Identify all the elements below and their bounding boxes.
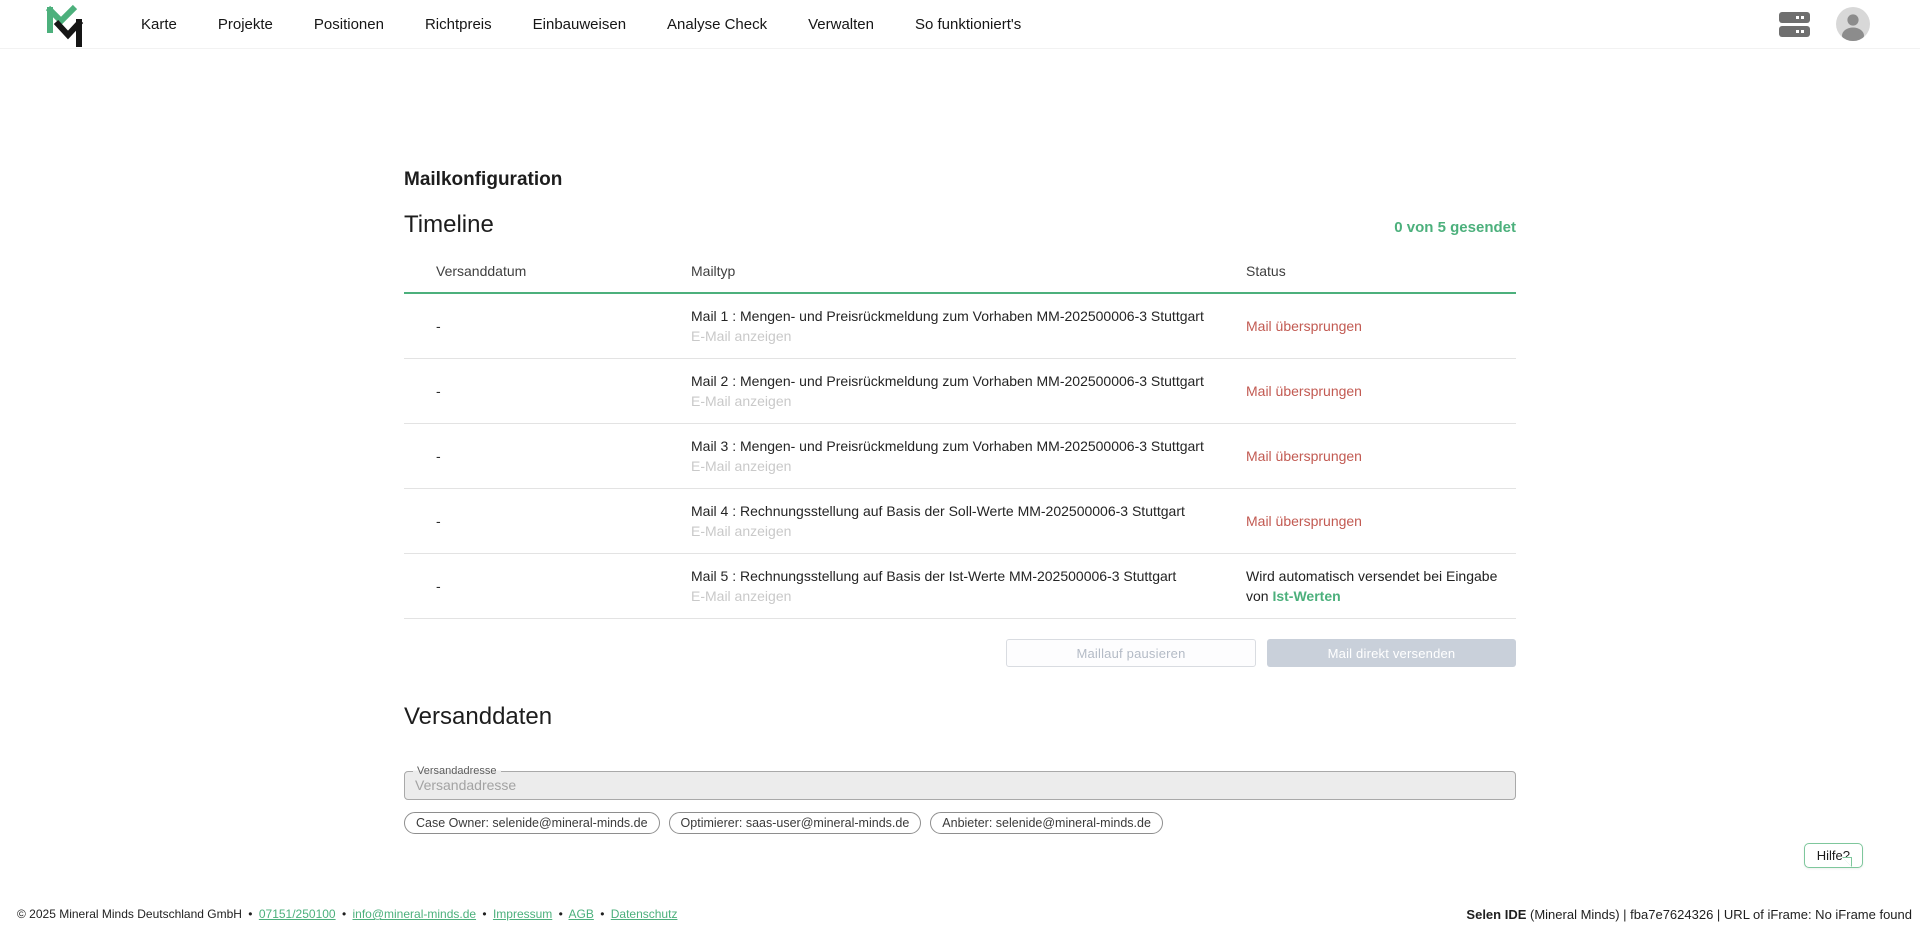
mailtyp-cell: Mail 2 : Mengen- und Preisrückmeldung zu…: [691, 373, 1246, 409]
versandadresse-field[interactable]: Versandadresse Versandadresse: [404, 771, 1516, 800]
selen-ide-label: Selen IDE: [1466, 907, 1526, 922]
mineral-minds-logo[interactable]: [44, 3, 86, 47]
ist-werten-link[interactable]: Ist-Werten: [1272, 588, 1340, 604]
impressum-link[interactable]: Impressum: [493, 907, 552, 921]
column-mailtyp: Mailtyp: [691, 263, 1246, 279]
mailtyp-cell: Mail 3 : Mengen- und Preisrückmeldung zu…: [691, 438, 1246, 474]
mail-title: Mail 5 : Rechnungsstellung auf Basis der…: [691, 568, 1246, 584]
nav-item-positionen[interactable]: Positionen: [314, 16, 384, 33]
phone-link[interactable]: 07151/250100: [259, 907, 336, 921]
email-link[interactable]: info@mineral-minds.de: [352, 907, 476, 921]
table-row: - Mail 2 : Mengen- und Preisrückmeldung …: [404, 359, 1516, 424]
mailtyp-cell: Mail 1 : Mengen- und Preisrückmeldung zu…: [691, 308, 1246, 344]
user-avatar-icon[interactable]: [1836, 7, 1870, 41]
table-header: Versanddatum Mailtyp Status: [404, 253, 1516, 294]
chip-anbieter[interactable]: Anbieter: selenide@mineral-minds.de: [930, 812, 1163, 834]
pause-maillauf-button[interactable]: Maillauf pausieren: [1006, 639, 1256, 667]
table-row: - Mail 3 : Mengen- und Preisrückmeldung …: [404, 424, 1516, 489]
status-skipped: Mail übersprungen: [1246, 383, 1516, 399]
show-email-link[interactable]: E-Mail anzeigen: [691, 458, 791, 474]
mail-title: Mail 3 : Mengen- und Preisrückmeldung zu…: [691, 438, 1246, 454]
nav-item-karte[interactable]: Karte: [141, 16, 177, 33]
chip-case-owner[interactable]: Case Owner: selenide@mineral-minds.de: [404, 812, 660, 834]
show-email-link[interactable]: E-Mail anzeigen: [691, 588, 791, 604]
footer-debug-info: Selen IDE (Mineral Minds) | fba7e7624326…: [1466, 907, 1912, 922]
mailtyp-cell: Mail 4 : Rechnungsstellung auf Basis der…: [691, 503, 1246, 539]
show-email-link[interactable]: E-Mail anzeigen: [691, 328, 791, 344]
versanddatum-value: -: [436, 448, 691, 464]
mail-title: Mail 1 : Mengen- und Preisrückmeldung zu…: [691, 308, 1246, 324]
status-automatic: Wird automatisch versendet bei Eingabe v…: [1246, 566, 1501, 607]
nav-item-verwalten[interactable]: Verwalten: [808, 16, 874, 33]
column-status: Status: [1246, 263, 1516, 279]
agb-link[interactable]: AGB: [569, 907, 594, 921]
help-button[interactable]: Hilfe?: [1804, 843, 1863, 868]
show-email-link[interactable]: E-Mail anzeigen: [691, 523, 791, 539]
status-skipped: Mail übersprungen: [1246, 448, 1516, 464]
copyright-text: © 2025 Mineral Minds Deutschland GmbH: [17, 907, 242, 921]
mail-title: Mail 2 : Mengen- und Preisrückmeldung zu…: [691, 373, 1246, 389]
show-email-link[interactable]: E-Mail anzeigen: [691, 393, 791, 409]
nav-item-einbauweisen[interactable]: Einbauweisen: [533, 16, 626, 33]
content-container: Mailkonfiguration Timeline 0 von 5 gesen…: [404, 0, 1516, 885]
send-mail-directly-button[interactable]: Mail direkt versenden: [1267, 639, 1516, 667]
timeline-heading: Timeline: [404, 211, 494, 239]
timeline-header-row: Timeline 0 von 5 gesendet: [404, 211, 1516, 239]
column-versanddatum: Versanddatum: [436, 263, 691, 279]
versanddatum-value: -: [436, 578, 691, 594]
versanddatum-value: -: [436, 318, 691, 334]
footer-legal: © 2025 Mineral Minds Deutschland GmbH • …: [17, 907, 677, 921]
top-navigation-bar: Karte Projekte Positionen Richtpreis Ein…: [0, 0, 1920, 49]
chip-optimierer[interactable]: Optimierer: saas-user@mineral-minds.de: [669, 812, 922, 834]
versanddatum-value: -: [436, 383, 691, 399]
versandadresse-placeholder: Versandadresse: [405, 772, 1515, 799]
table-row: - Mail 4 : Rechnungsstellung auf Basis d…: [404, 489, 1516, 554]
nav-item-so-funktionierts[interactable]: So funktioniert's: [915, 16, 1021, 33]
table-row: - Mail 5 : Rechnungsstellung auf Basis d…: [404, 554, 1516, 619]
sent-counter: 0 von 5 gesendet: [1394, 219, 1516, 236]
mailtyp-cell: Mail 5 : Rechnungsstellung auf Basis der…: [691, 568, 1246, 604]
versanddatum-value: -: [436, 513, 691, 529]
iframe-status-text: (Mineral Minds) | fba7e7624326 | URL of …: [1526, 907, 1912, 922]
topbar-right: [1779, 7, 1870, 41]
page-footer: © 2025 Mineral Minds Deutschland GmbH • …: [0, 885, 1920, 943]
server-stack-icon[interactable]: [1779, 11, 1810, 38]
status-skipped: Mail übersprungen: [1246, 513, 1516, 529]
main-nav: Karte Projekte Positionen Richtpreis Ein…: [141, 16, 1021, 33]
nav-item-richtpreis[interactable]: Richtpreis: [425, 16, 492, 33]
page-title: Mailkonfiguration: [404, 169, 1516, 191]
versanddaten-heading: Versanddaten: [404, 703, 1516, 731]
datenschutz-link[interactable]: Datenschutz: [611, 907, 678, 921]
mail-timeline-table: Versanddatum Mailtyp Status - Mail 1 : M…: [404, 253, 1516, 619]
nav-item-analyse-check[interactable]: Analyse Check: [667, 16, 767, 33]
status-skipped: Mail übersprungen: [1246, 318, 1516, 334]
content-viewport: Mailkonfiguration Timeline 0 von 5 gesen…: [0, 0, 1920, 885]
timeline-actions: Maillauf pausieren Mail direkt versenden: [404, 639, 1516, 667]
mail-title: Mail 4 : Rechnungsstellung auf Basis der…: [691, 503, 1246, 519]
recipient-chips: Case Owner: selenide@mineral-minds.de Op…: [404, 812, 1516, 834]
nav-item-projekte[interactable]: Projekte: [218, 16, 273, 33]
versandadresse-field-label: Versandadresse: [413, 764, 501, 778]
table-row: - Mail 1 : Mengen- und Preisrückmeldung …: [404, 294, 1516, 359]
